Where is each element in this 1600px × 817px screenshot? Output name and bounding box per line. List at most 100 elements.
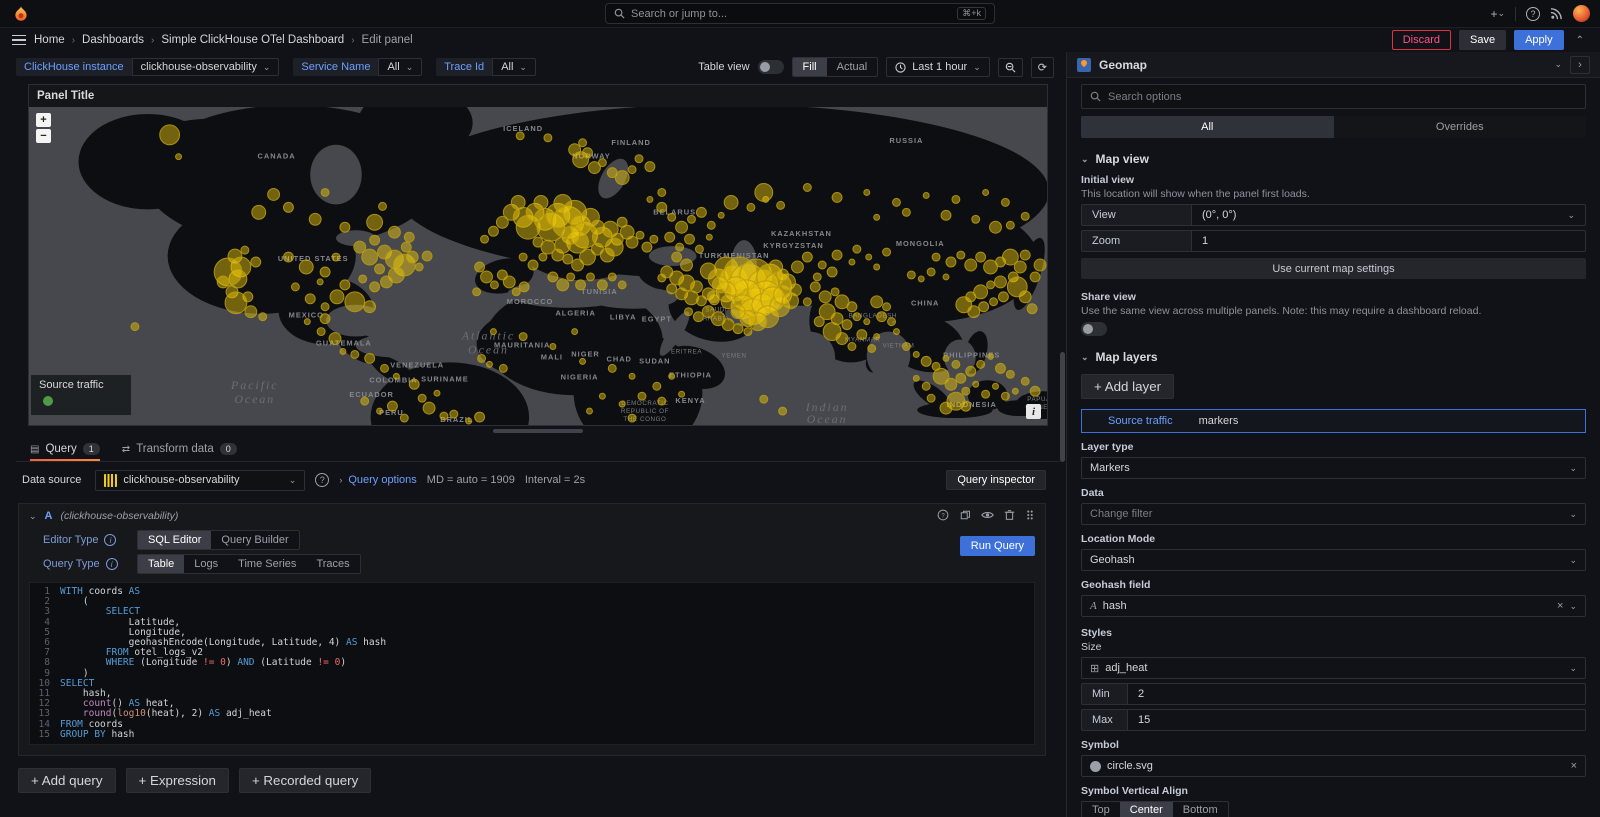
- variable-value-dropdown[interactable]: All⌄: [378, 58, 422, 76]
- sql-code-line[interactable]: 13 round(log10(heat), 2) AS adj_heat: [30, 709, 1034, 719]
- symbol-select[interactable]: circle.svg ×: [1081, 755, 1586, 777]
- user-avatar[interactable]: [1573, 5, 1590, 22]
- location-mode-select[interactable]: Geohash ⌄: [1081, 549, 1586, 571]
- geohash-field-select[interactable]: A hash × ⌄: [1081, 595, 1586, 617]
- map-marker: [406, 251, 418, 263]
- sql-editor-option[interactable]: SQL Editor: [138, 531, 211, 549]
- main-scrollbar[interactable]: [1060, 52, 1066, 817]
- panel-title[interactable]: Panel Title: [29, 85, 1047, 107]
- section-map-view[interactable]: ⌄ Map view: [1081, 152, 1586, 166]
- section-map-layers[interactable]: ⌄ Map layers: [1081, 350, 1586, 364]
- news-icon[interactable]: [1550, 7, 1563, 20]
- editor-type-label: Editor Type i: [43, 534, 129, 546]
- actual-option[interactable]: Actual: [827, 58, 878, 76]
- help-icon[interactable]: ?: [1526, 7, 1540, 21]
- time-series-option[interactable]: Time Series: [228, 555, 306, 573]
- zoom-in-button[interactable]: +: [36, 113, 51, 127]
- table-option[interactable]: Table: [138, 555, 184, 573]
- clear-icon[interactable]: ×: [1557, 600, 1563, 612]
- refresh-button[interactable]: ⟳: [1031, 57, 1054, 78]
- map-marker: [534, 195, 548, 209]
- map-marker: [913, 375, 919, 381]
- time-range-picker[interactable]: Last 1 hour ⌄: [886, 57, 990, 77]
- zoom-out-time-button[interactable]: [998, 58, 1023, 77]
- apply-button[interactable]: Apply: [1514, 30, 1564, 50]
- expression-button[interactable]: + Expression: [126, 768, 229, 793]
- datasource-help-icon[interactable]: ?: [315, 473, 329, 487]
- map-attribution-icon[interactable]: i: [1026, 404, 1041, 419]
- run-query-button[interactable]: Run Query: [960, 536, 1035, 556]
- tab-transform-data[interactable]: ⇄ Transform data 0: [122, 443, 237, 461]
- size-field-select[interactable]: ⊞ adj_heat ⌄: [1081, 657, 1586, 679]
- sql-editor[interactable]: 1WITH coords AS2 (3 SELECT4 Latitude,5 L…: [29, 582, 1035, 745]
- sql-code-line[interactable]: 11 hash,: [30, 689, 1034, 699]
- save-button[interactable]: Save: [1459, 30, 1506, 50]
- chevron-down-icon[interactable]: ⌄: [1554, 59, 1562, 70]
- sql-code-line[interactable]: 3 SELECT: [30, 607, 1034, 617]
- collapse-options-icon[interactable]: ⌃: [1572, 33, 1588, 48]
- use-current-map-settings-button[interactable]: Use current map settings: [1081, 258, 1586, 279]
- align-bottom-option[interactable]: Bottom: [1173, 802, 1228, 817]
- zoom-out-button[interactable]: −: [36, 129, 51, 143]
- info-icon[interactable]: i: [106, 558, 118, 570]
- align-top-option[interactable]: Top: [1082, 802, 1120, 817]
- query-builder-option[interactable]: Query Builder: [211, 531, 298, 549]
- traces-option[interactable]: Traces: [306, 555, 359, 573]
- tab-overrides[interactable]: Overrides: [1334, 116, 1587, 138]
- layer-type-select[interactable]: Markers ⌄: [1081, 457, 1586, 479]
- global-search-input[interactable]: Search or jump to... ⌘+k: [605, 3, 995, 24]
- options-search-input[interactable]: Search options: [1081, 84, 1586, 109]
- zoom-input[interactable]: 1: [1191, 230, 1586, 252]
- crumb-dashboards[interactable]: Dashboards: [82, 34, 144, 46]
- map-marker: [849, 259, 855, 265]
- view-select[interactable]: (0°, 0°) ⌄: [1191, 204, 1586, 226]
- sql-code-line[interactable]: 8 WHERE (Longitude != 0) AND (Latitude !…: [30, 658, 1034, 668]
- drag-handle-icon[interactable]: [1025, 509, 1035, 521]
- recorded-query-button[interactable]: + Recorded query: [239, 768, 371, 793]
- add-menu-button[interactable]: + ⌄: [1490, 7, 1505, 21]
- layer-item-source-traffic[interactable]: Source traffic markers: [1081, 409, 1586, 433]
- map-canvas[interactable]: CANADAUNITED STATESMEXICOGUATEMALAVENEZU…: [29, 107, 1047, 425]
- query-ref-id[interactable]: A: [45, 510, 53, 522]
- sql-code-line[interactable]: 14FROM coords: [30, 720, 1034, 730]
- min-input[interactable]: 2: [1127, 683, 1586, 705]
- duplicate-query-icon[interactable]: [959, 509, 971, 521]
- panel-type-title[interactable]: Geomap: [1099, 58, 1546, 72]
- table-view-toggle[interactable]: [758, 60, 784, 74]
- tab-all[interactable]: All: [1081, 116, 1334, 138]
- logs-option[interactable]: Logs: [184, 555, 228, 573]
- grafana-logo[interactable]: [12, 5, 30, 23]
- sql-code-line[interactable]: 15GROUP BY hash: [30, 730, 1034, 740]
- sql-code-line[interactable]: 2 (: [30, 597, 1034, 607]
- expand-options-button[interactable]: ›: [1570, 56, 1590, 74]
- clock-icon: [895, 62, 906, 73]
- tab-query[interactable]: ▤ Query 1: [30, 443, 100, 461]
- collapse-query-icon[interactable]: ⌄: [29, 511, 37, 522]
- variable-value-dropdown[interactable]: All⌄: [492, 58, 536, 76]
- align-center-option[interactable]: Center: [1120, 802, 1173, 817]
- query-inspector-button[interactable]: Query inspector: [946, 470, 1046, 490]
- data-filter-select[interactable]: Change filter ⌄: [1081, 503, 1586, 525]
- discard-button[interactable]: Discard: [1392, 30, 1451, 50]
- share-view-toggle[interactable]: [1081, 322, 1107, 336]
- max-input[interactable]: 15: [1127, 709, 1586, 731]
- clear-icon[interactable]: ×: [1571, 760, 1577, 772]
- datasource-picker[interactable]: clickhouse-observability ⌄: [95, 470, 305, 491]
- panel-resize-handle[interactable]: [493, 429, 583, 433]
- delete-query-icon[interactable]: [1004, 509, 1015, 521]
- info-icon[interactable]: i: [104, 534, 116, 546]
- sql-code-line[interactable]: 10SELECT: [30, 679, 1034, 689]
- crumb-home[interactable]: Home: [34, 34, 65, 46]
- menu-toggle-icon[interactable]: [12, 35, 26, 46]
- layer-name[interactable]: Source traffic: [1108, 415, 1173, 427]
- sql-code-line[interactable]: 1WITH coords AS: [30, 587, 1034, 597]
- add-query-button[interactable]: + Add query: [18, 768, 116, 793]
- fill-option[interactable]: Fill: [793, 58, 827, 76]
- sql-code-line[interactable]: 9 ): [30, 669, 1034, 679]
- variable-value-dropdown[interactable]: clickhouse-observability⌄: [132, 58, 280, 76]
- hide-query-icon[interactable]: [981, 509, 994, 521]
- query-help-icon[interactable]: ?: [937, 509, 949, 521]
- add-layer-button[interactable]: + Add layer: [1081, 374, 1174, 399]
- crumb-dashboard-name[interactable]: Simple ClickHouse OTel Dashboard: [161, 34, 344, 46]
- query-options-toggle[interactable]: › Query options: [339, 474, 416, 486]
